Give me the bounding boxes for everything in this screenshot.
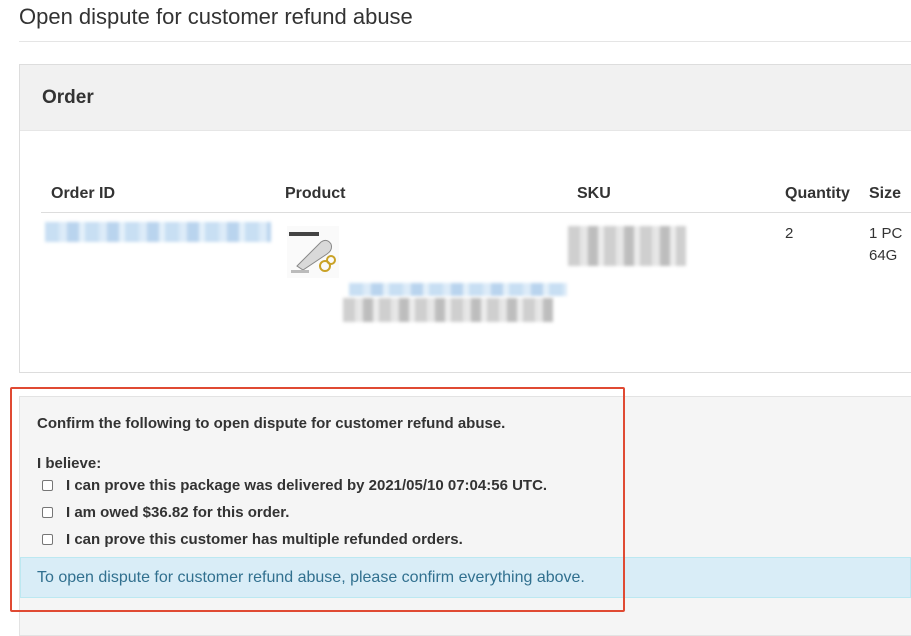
quantity-value: 2: [785, 225, 794, 242]
column-header-order-id: Order ID: [51, 185, 116, 202]
confirm-intro-text: Confirm the following to open dispute fo…: [37, 415, 506, 432]
owed-checkbox-label[interactable]: I am owed $36.82 for this order.: [66, 504, 289, 521]
product-thumbnail[interactable]: [287, 226, 339, 278]
title-divider: [19, 41, 911, 42]
owed-checkbox[interactable]: [42, 507, 53, 518]
page-title: Open dispute for customer refund abuse: [19, 4, 413, 29]
product-detail-redacted: [343, 298, 553, 322]
column-header-size: Size: [869, 185, 902, 202]
multiple-refunds-checkbox[interactable]: [42, 534, 53, 545]
size-value-line1: 1 PC: [869, 225, 903, 242]
product-image-icon: [289, 232, 336, 273]
multiple-refunds-checkbox-label[interactable]: I can prove this customer has multiple r…: [66, 531, 463, 548]
checkbox-row-delivered[interactable]: I can prove this package was delivered b…: [42, 477, 547, 494]
checkbox-row-owed[interactable]: I am owed $36.82 for this order.: [42, 504, 289, 521]
delivered-checkbox[interactable]: [42, 480, 53, 491]
column-header-quantity: Quantity: [785, 185, 850, 202]
delivered-checkbox-label[interactable]: I can prove this package was delivered b…: [66, 477, 547, 494]
product-name-link-redacted[interactable]: [349, 283, 567, 296]
column-header-product: Product: [285, 185, 346, 202]
size-value-line2: 64G: [869, 247, 898, 264]
believe-label: I believe:: [37, 455, 102, 472]
order-id-link-redacted[interactable]: [45, 222, 271, 242]
info-alert: To open dispute for customer refund abus…: [20, 557, 911, 598]
sku-redacted: [568, 226, 686, 266]
order-panel: Order: [19, 64, 911, 373]
column-header-sku: SKU: [577, 185, 611, 202]
table-header-divider: [41, 212, 911, 213]
order-panel-heading: Order: [20, 65, 911, 131]
checkbox-row-multiple-refunds[interactable]: I can prove this customer has multiple r…: [42, 531, 463, 548]
